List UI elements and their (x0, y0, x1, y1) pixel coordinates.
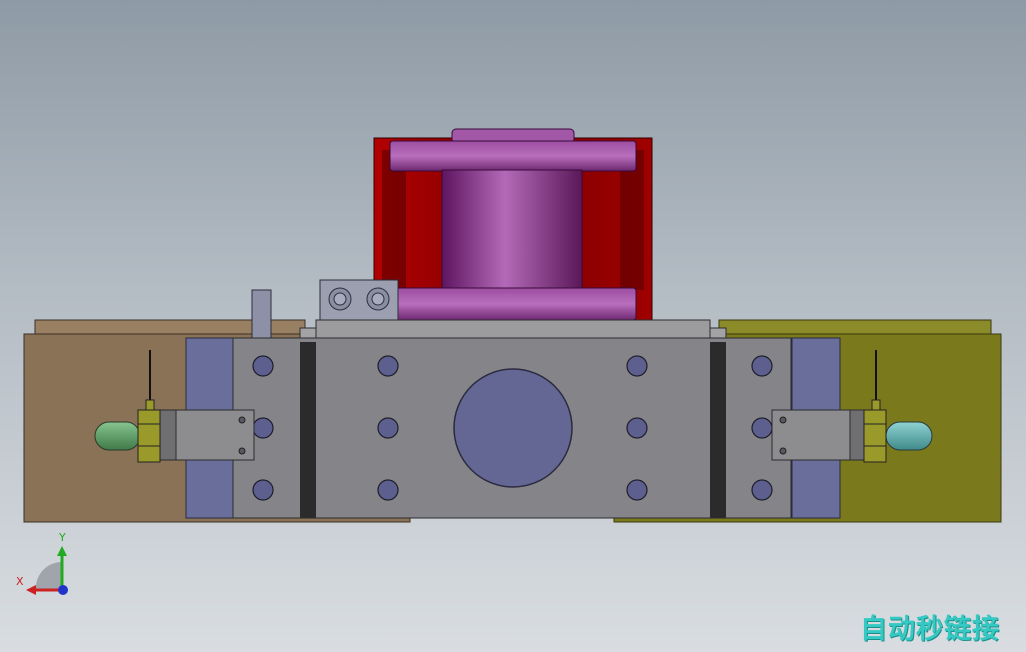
locating-post (251, 289, 272, 339)
bolt-hole (626, 479, 648, 501)
bolt-hole (252, 417, 274, 439)
bolt-hole (626, 417, 648, 439)
orientation-triad[interactable] (26, 546, 68, 595)
bolt-hole (751, 479, 773, 501)
triad-plane-icon (35, 561, 62, 590)
bolt-hole (377, 355, 399, 377)
bolt-hole (252, 479, 274, 501)
triad-y-label: Y (59, 531, 66, 544)
cad-viewport[interactable] (0, 0, 1026, 652)
bolt-hole (377, 479, 399, 501)
main-body (232, 319, 792, 519)
z-axis-icon (58, 585, 68, 595)
bolt-hole (626, 355, 648, 377)
mounting-block (319, 279, 399, 321)
bolt-hole (751, 355, 773, 377)
bolt-hole (252, 355, 274, 377)
bolt-hole (377, 417, 399, 439)
triad-x-label: X (16, 575, 24, 588)
watermark-text: 自动秒链接 (860, 614, 1000, 645)
bolt-hole (751, 417, 773, 439)
